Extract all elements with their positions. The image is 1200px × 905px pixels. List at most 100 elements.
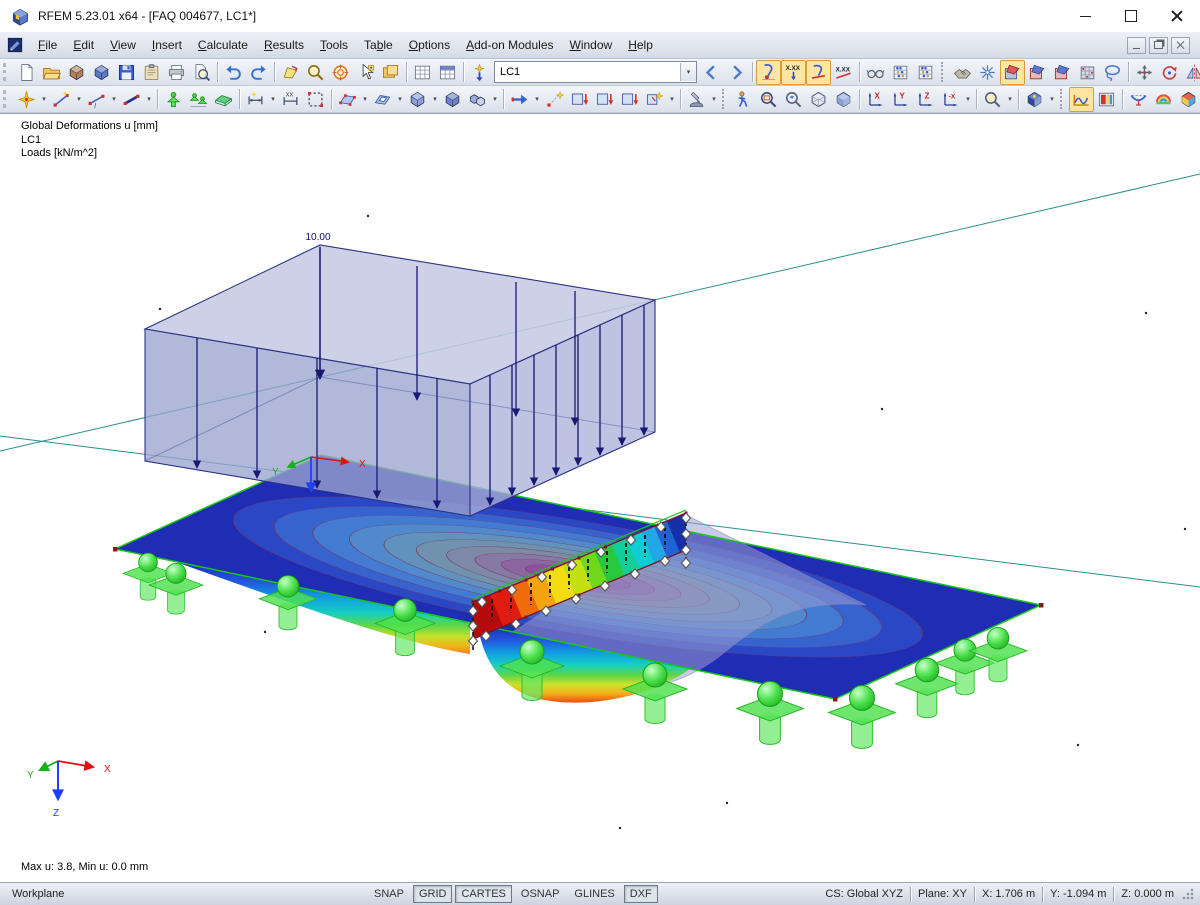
- print-button[interactable]: [164, 60, 189, 85]
- dropdown-arrow[interactable]: ▾: [532, 88, 542, 111]
- maximize-button[interactable]: [1108, 0, 1154, 32]
- menu-window[interactable]: Window: [562, 35, 621, 55]
- previous-load-case-button[interactable]: [699, 60, 724, 85]
- block-manager-button[interactable]: [89, 60, 114, 85]
- edit-polygon-button[interactable]: [278, 60, 303, 85]
- dimension-symbol-button[interactable]: [278, 87, 303, 112]
- resize-grip[interactable]: [1182, 888, 1194, 900]
- menu-file[interactable]: File: [30, 35, 65, 55]
- mdi-minimize-button[interactable]: [1127, 37, 1146, 54]
- workplane-xy-button[interactable]: [1000, 60, 1025, 85]
- new-line-button[interactable]: [49, 87, 74, 112]
- new-node-button[interactable]: [14, 87, 39, 112]
- new-solid-button[interactable]: [440, 87, 465, 112]
- line-support-button[interactable]: [186, 87, 211, 112]
- dropdown-arrow[interactable]: ▾: [74, 88, 84, 111]
- new-member-button[interactable]: [119, 87, 144, 112]
- select-lasso-button[interactable]: [1100, 60, 1125, 85]
- view-glasses-button[interactable]: [863, 60, 888, 85]
- show-loads-button[interactable]: [756, 60, 781, 85]
- show-results-toggle-button[interactable]: [1069, 87, 1094, 112]
- move-copy-button[interactable]: [1132, 60, 1157, 85]
- dropdown-arrow[interactable]: ▾: [963, 88, 973, 111]
- zoom-window-button[interactable]: [756, 87, 781, 112]
- load-case-combo[interactable]: LC1▾: [494, 61, 697, 83]
- menu-view[interactable]: View: [102, 35, 144, 55]
- menu-options[interactable]: Options: [401, 35, 458, 55]
- menu-tools[interactable]: Tools: [312, 35, 356, 55]
- rotate-button[interactable]: [1157, 60, 1182, 85]
- view-in-y-button[interactable]: Y: [888, 87, 913, 112]
- next-load-case-button[interactable]: [724, 60, 749, 85]
- member-load-button[interactable]: [592, 87, 617, 112]
- dropdown-arrow[interactable]: ▾: [268, 88, 278, 111]
- dropdown-arrow[interactable]: ▾: [360, 88, 370, 111]
- zoom-object-button[interactable]: [781, 87, 806, 112]
- check-data-button[interactable]: [888, 60, 913, 85]
- results-panel-button[interactable]: [1094, 87, 1119, 112]
- show-results-button[interactable]: [806, 60, 831, 85]
- dropdown-arrow[interactable]: ▾: [667, 88, 677, 111]
- dropdown-arrow[interactable]: ▾: [430, 88, 440, 111]
- print-preview-button[interactable]: [189, 60, 214, 85]
- workplane-xz-button[interactable]: [1050, 60, 1075, 85]
- status-toggle-dxf[interactable]: DXF: [624, 885, 658, 903]
- menu-insert[interactable]: Insert: [144, 35, 190, 55]
- new-visual-object-button[interactable]: [405, 87, 430, 112]
- dropdown-arrow[interactable]: ▾: [144, 88, 154, 111]
- find-object-button[interactable]: [303, 60, 328, 85]
- special-selection-button[interactable]: [353, 60, 378, 85]
- nodal-support-button[interactable]: [161, 87, 186, 112]
- nodal-load-button[interactable]: [567, 87, 592, 112]
- status-toggle-cartes[interactable]: CARTES: [455, 885, 511, 903]
- new-line-type-button[interactable]: [84, 87, 109, 112]
- view-in-minus-x-button[interactable]: -X: [938, 87, 963, 112]
- menu-help[interactable]: Help: [620, 35, 661, 55]
- dropdown-arrow[interactable]: ▾: [1005, 88, 1015, 111]
- redo-button[interactable]: [246, 60, 271, 85]
- dropdown-arrow[interactable]: ▾: [39, 88, 49, 111]
- model-viewport[interactable]: 10.00 X Y Z X Y Z Global Defor: [0, 113, 1200, 882]
- table-layout-button[interactable]: [435, 60, 460, 85]
- undo-button[interactable]: [221, 60, 246, 85]
- mdi-restore-button[interactable]: [1149, 37, 1168, 54]
- free-load-button[interactable]: [642, 87, 667, 112]
- new-surface-button[interactable]: [335, 87, 360, 112]
- new-opening-button[interactable]: [370, 87, 395, 112]
- menu-calculate[interactable]: Calculate: [190, 35, 256, 55]
- connect-members-button[interactable]: [950, 60, 975, 85]
- visibility-filter-button[interactable]: [980, 87, 1005, 112]
- model-3d-scene[interactable]: 10.00 X Y Z X Y Z: [0, 114, 1200, 882]
- view-wireframe-button[interactable]: [806, 87, 831, 112]
- mirror-button[interactable]: [1182, 60, 1200, 85]
- status-toggle-grid[interactable]: GRID: [413, 885, 453, 903]
- display-properties-button[interactable]: [1022, 87, 1047, 112]
- paste-button[interactable]: [139, 60, 164, 85]
- new-model-button[interactable]: [14, 60, 39, 85]
- toolbar-grip[interactable]: [3, 63, 11, 81]
- show-result-values-button[interactable]: [831, 60, 856, 85]
- close-button[interactable]: [1154, 0, 1200, 32]
- load-case-dropdown-button[interactable]: ▾: [680, 63, 696, 81]
- status-toggle-snap[interactable]: SNAP: [368, 885, 410, 903]
- save-button[interactable]: [114, 60, 139, 85]
- view-solid-button[interactable]: [831, 87, 856, 112]
- new-window-button[interactable]: [378, 60, 403, 85]
- walk-through-mode-button[interactable]: [731, 87, 756, 112]
- show-load-values-button[interactable]: [781, 60, 806, 85]
- dropdown-arrow[interactable]: ▾: [490, 88, 500, 111]
- generate-node-button[interactable]: [542, 87, 567, 112]
- dropdown-arrow[interactable]: ▾: [395, 88, 405, 111]
- menu-add-on-modules[interactable]: Add-on Modules: [458, 35, 561, 55]
- view-in-x-button[interactable]: X: [863, 87, 888, 112]
- dropdown-arrow[interactable]: ▾: [1047, 88, 1057, 111]
- visual-objects-button[interactable]: [1075, 60, 1100, 85]
- regenerate-model-button[interactable]: [975, 60, 1000, 85]
- minimize-button[interactable]: [1062, 0, 1108, 32]
- edit-region-button[interactable]: [303, 87, 328, 112]
- status-toggle-osnap[interactable]: OSNAP: [515, 885, 566, 903]
- surface-support-button[interactable]: [211, 87, 236, 112]
- recalculate-button[interactable]: [913, 60, 938, 85]
- model-visibility-button[interactable]: [684, 87, 709, 112]
- center-object-button[interactable]: [328, 60, 353, 85]
